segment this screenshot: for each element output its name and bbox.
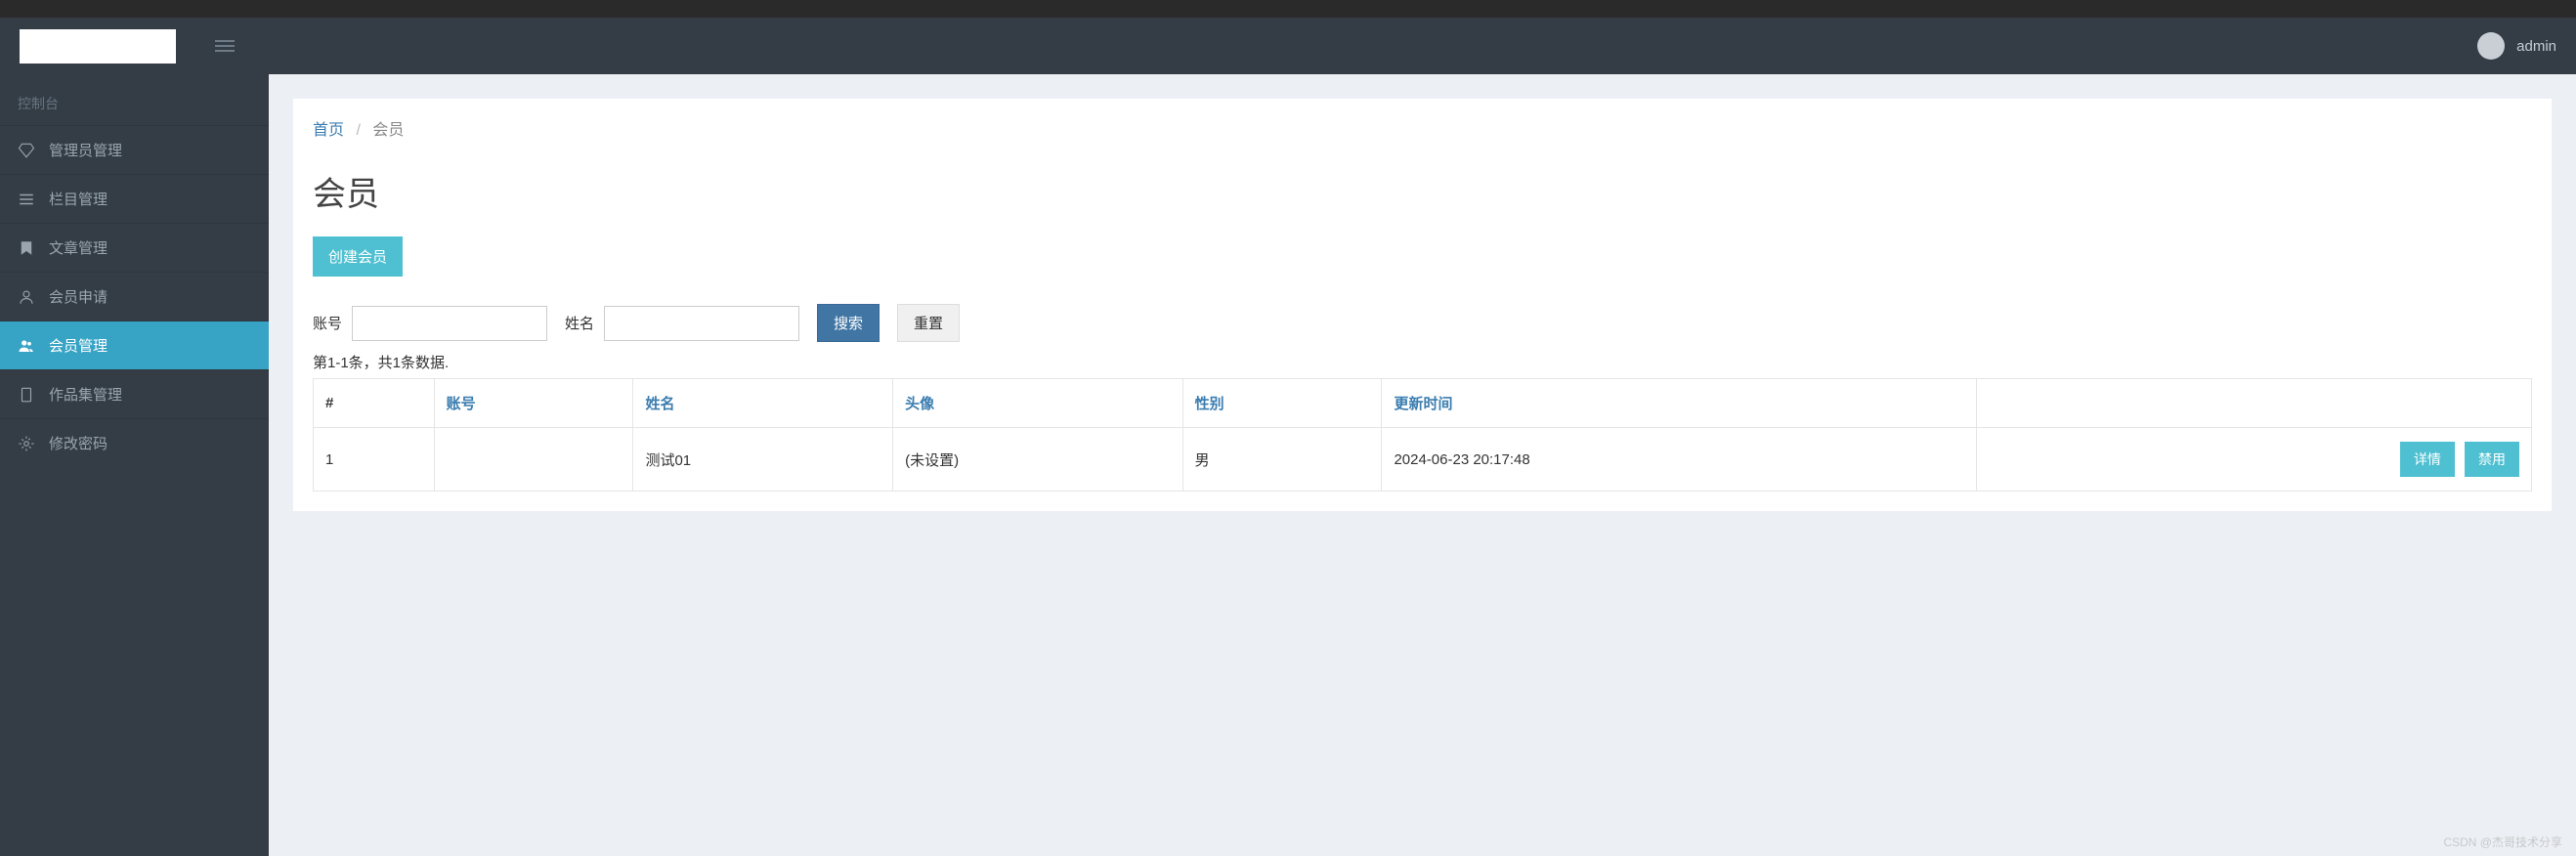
- account-label: 账号: [313, 313, 342, 333]
- sidebar-item-label: 管理员管理: [49, 140, 122, 160]
- sidebar-item-label: 作品集管理: [49, 384, 122, 405]
- members-table: # 账号 姓名 头像 性别 更新时间 1 测试0: [313, 378, 2532, 492]
- sidebar-item-label: 会员申请: [49, 286, 107, 307]
- search-row: 账号 姓名 搜索 重置: [313, 304, 2532, 342]
- topbar: admin: [0, 18, 2576, 74]
- username: admin: [2516, 38, 2556, 55]
- user-area[interactable]: admin: [2477, 32, 2556, 60]
- create-member-button[interactable]: 创建会员: [313, 236, 403, 277]
- cell-updated: 2024-06-23 20:17:48: [1382, 428, 1977, 492]
- breadcrumb: 首页 / 会员: [293, 99, 2552, 157]
- table-summary: 第1-1条，共1条数据.: [313, 352, 2532, 372]
- cell-avatar: (未设置): [893, 428, 1182, 492]
- bookmark-icon: [18, 239, 35, 257]
- diamond-icon: [18, 142, 35, 159]
- col-account[interactable]: 账号: [447, 396, 476, 412]
- breadcrumb-separator: /: [348, 122, 367, 139]
- sidebar-item-label: 会员管理: [49, 335, 107, 356]
- sidebar-item-admin[interactable]: 管理员管理: [0, 125, 269, 174]
- sidebar-item-label: 栏目管理: [49, 189, 107, 209]
- browser-top-bar: [0, 0, 2576, 18]
- col-avatar[interactable]: 头像: [905, 396, 934, 412]
- sidebar-item-members[interactable]: 会员管理: [0, 321, 269, 369]
- avatar: [2477, 32, 2505, 60]
- watermark: CSDN @杰哥技术分享: [2443, 834, 2562, 850]
- breadcrumb-home[interactable]: 首页: [313, 122, 344, 139]
- users-icon: [18, 337, 35, 355]
- col-updated[interactable]: 更新时间: [1394, 396, 1452, 412]
- col-actions: [1977, 379, 2532, 428]
- table-header-row: # 账号 姓名 头像 性别 更新时间: [314, 379, 2532, 428]
- user-icon: [18, 288, 35, 306]
- sidebar: 控制台 管理员管理 栏目管理 文章管理 会员申请 会员管理 作品集管理: [0, 74, 269, 856]
- hamburger-icon[interactable]: [215, 40, 235, 52]
- table-row: 1 测试01 (未设置) 男 2024-06-23 20:17:48 详情 禁用: [314, 428, 2532, 492]
- col-gender[interactable]: 性别: [1195, 396, 1224, 412]
- sidebar-item-password[interactable]: 修改密码: [0, 418, 269, 467]
- cell-actions: 详情 禁用: [1977, 428, 2532, 492]
- cell-name: 测试01: [633, 428, 893, 492]
- sidebar-item-label: 修改密码: [49, 433, 107, 453]
- page-title: 会员: [313, 167, 2532, 215]
- name-label: 姓名: [565, 313, 594, 333]
- logo[interactable]: [20, 29, 176, 64]
- tablet-icon: [18, 386, 35, 404]
- col-idx: #: [314, 379, 435, 428]
- sidebar-item-columns[interactable]: 栏目管理: [0, 174, 269, 223]
- panel: 首页 / 会员 会员 创建会员 账号 姓名 搜索: [293, 99, 2552, 511]
- reset-button[interactable]: 重置: [897, 304, 960, 342]
- sidebar-item-articles[interactable]: 文章管理: [0, 223, 269, 272]
- sidebar-item-label: 文章管理: [49, 237, 107, 258]
- logo-area: [20, 29, 235, 64]
- gear-icon: [18, 435, 35, 452]
- cell-account: [434, 428, 633, 492]
- account-input[interactable]: [352, 306, 547, 341]
- cell-idx: 1: [314, 428, 435, 492]
- sidebar-item-member-apply[interactable]: 会员申请: [0, 272, 269, 321]
- content: 首页 / 会员 会员 创建会员 账号 姓名 搜索: [269, 74, 2576, 856]
- disable-button[interactable]: 禁用: [2465, 442, 2519, 477]
- detail-button[interactable]: 详情: [2400, 442, 2455, 477]
- list-icon: [18, 191, 35, 208]
- sidebar-heading: 控制台: [0, 74, 269, 125]
- sidebar-item-portfolio[interactable]: 作品集管理: [0, 369, 269, 418]
- col-name[interactable]: 姓名: [645, 396, 674, 412]
- search-button[interactable]: 搜索: [817, 304, 880, 342]
- name-input[interactable]: [604, 306, 799, 341]
- cell-gender: 男: [1182, 428, 1382, 492]
- breadcrumb-current: 会员: [372, 122, 404, 139]
